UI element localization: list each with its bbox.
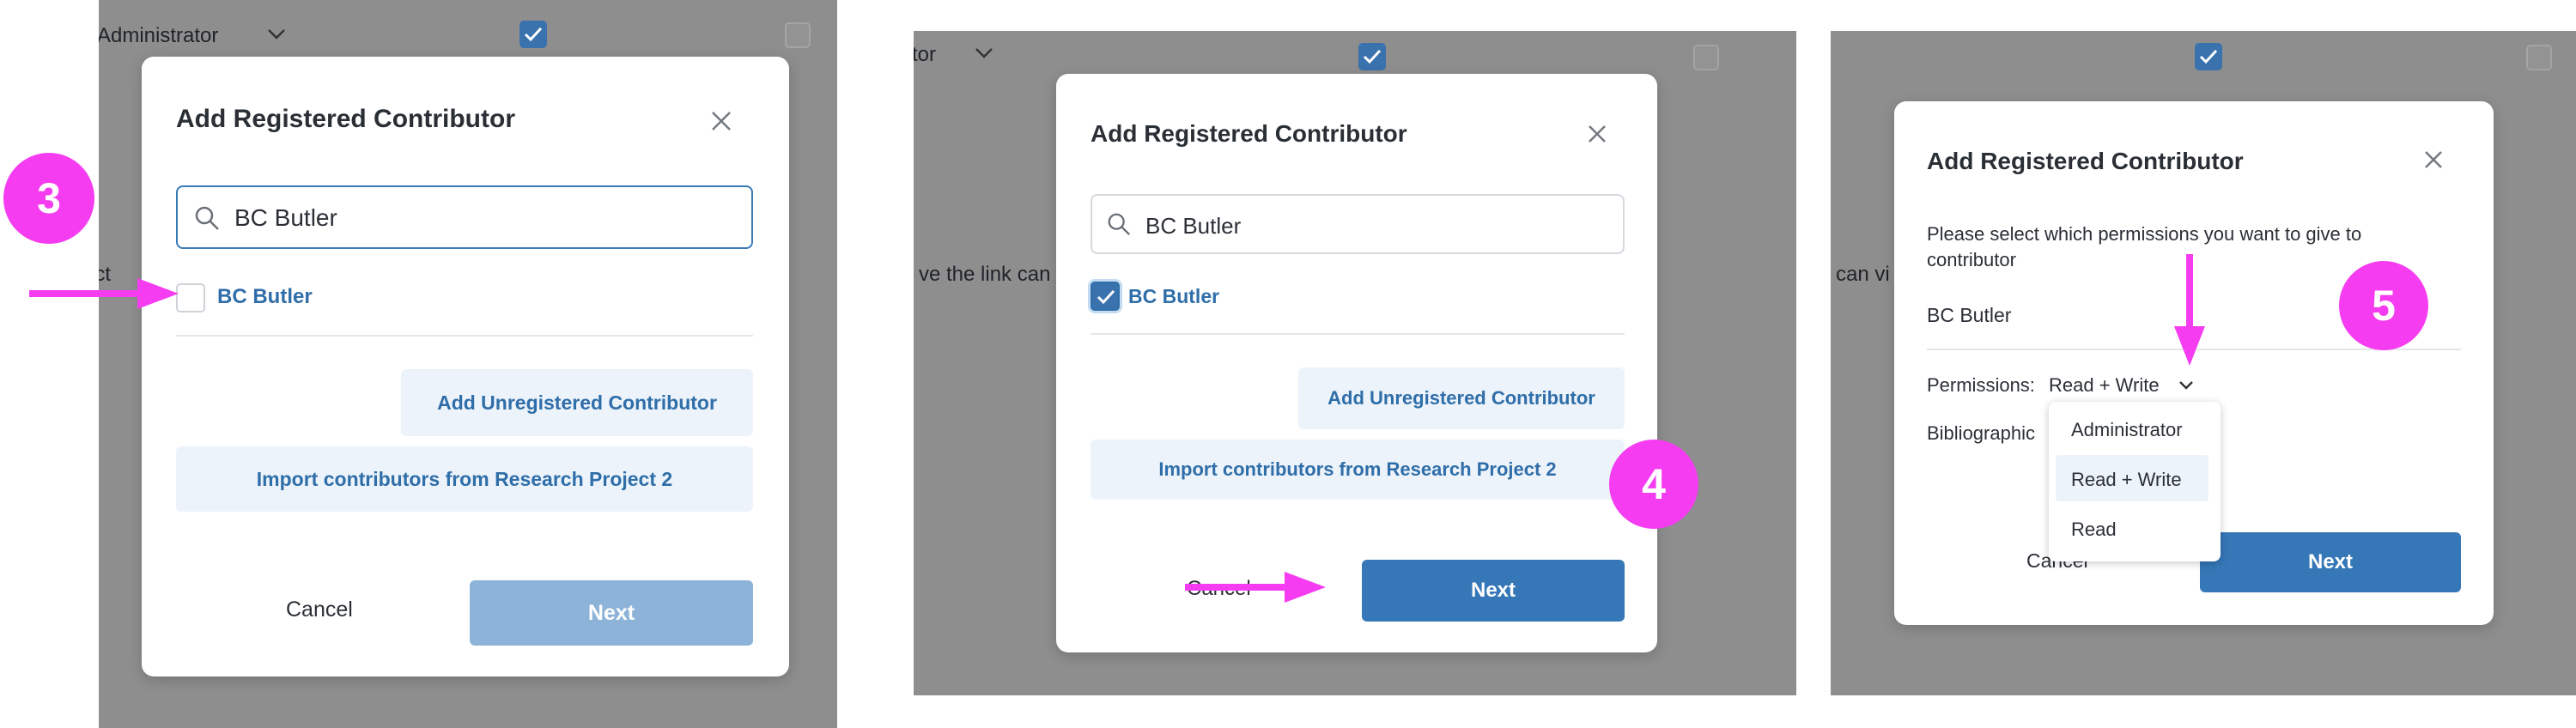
role-label: tor (914, 43, 937, 66)
modal-title: Add Registered Contributor (1091, 120, 1407, 147)
close-icon[interactable] (710, 110, 732, 132)
modal-title: Add Registered Contributor (1927, 148, 2244, 174)
modal-title: Add Registered Contributor (176, 105, 515, 133)
result-checkbox-checked[interactable] (1091, 282, 1120, 311)
result-name[interactable]: BC Butler (217, 285, 313, 309)
checkbox (785, 22, 811, 48)
search-icon (1108, 213, 1131, 236)
step-badge: 5 (2339, 261, 2428, 350)
search-input[interactable]: BC Butler (176, 185, 753, 249)
next-button[interactable]: Next (2200, 532, 2461, 592)
pointer-arrow-icon (29, 278, 179, 309)
pointer-arrow-icon (2174, 254, 2205, 366)
search-icon (195, 206, 219, 230)
search-value: BC Butler (1145, 213, 1242, 239)
chevron-down-icon (268, 29, 285, 39)
result-name[interactable]: BC Butler (1128, 285, 1219, 308)
pointer-arrow-icon (1185, 572, 1326, 603)
checkbox-checked (2195, 43, 2222, 70)
permissions-dropdown: Administrator Read + Write Read (2049, 402, 2221, 561)
add-contributor-modal: Add Registered Contributor BC Butler BC … (1056, 74, 1657, 652)
option-read-write[interactable]: Read + Write (2071, 469, 2182, 491)
import-contributors-button[interactable]: Import contributors from Research Projec… (1091, 440, 1625, 500)
permissions-label: Permissions: (1927, 374, 2035, 396)
contributor-name: BC Butler (1927, 304, 2012, 326)
add-unregistered-button[interactable]: Add Unregistered Contributor (401, 369, 753, 436)
step-badge: 3 (3, 153, 94, 244)
chevron-down-icon[interactable] (2178, 379, 2195, 391)
option-read[interactable]: Read (2071, 519, 2117, 541)
add-contributor-modal: Add Registered Contributor BC Butler BC … (142, 57, 789, 676)
chevron-down-icon (975, 48, 993, 58)
checkbox (1693, 45, 1719, 70)
step-badge: 4 (1609, 440, 1698, 529)
instruction-text: Please select which permissions you want… (1927, 223, 2362, 270)
checkbox (2526, 45, 2552, 70)
add-unregistered-button[interactable]: Add Unregistered Contributor (1298, 367, 1625, 429)
permissions-select[interactable]: Read + Write (2049, 374, 2160, 397)
search-value: BC Butler (234, 204, 337, 231)
close-icon[interactable] (2423, 149, 2444, 170)
next-button[interactable]: Next (1362, 560, 1625, 622)
checkbox-checked (1358, 43, 1386, 70)
option-administrator[interactable]: Administrator (2071, 419, 2183, 441)
divider (1091, 333, 1625, 335)
partial-text: can vi (1836, 263, 1890, 286)
checkbox-checked (519, 21, 547, 48)
bibliographic-label: Bibliographic (1927, 422, 2035, 444)
search-input[interactable]: BC Butler (1091, 194, 1625, 254)
divider (176, 335, 753, 337)
partial-text: ve the link can vi (919, 263, 1072, 286)
cancel-button[interactable]: Cancel (286, 598, 353, 622)
role-label: Administrator (99, 24, 219, 47)
next-button-disabled[interactable]: Next (470, 580, 753, 646)
close-icon[interactable] (1587, 124, 1607, 144)
import-contributors-button[interactable]: Import contributors from Research Projec… (176, 446, 753, 512)
